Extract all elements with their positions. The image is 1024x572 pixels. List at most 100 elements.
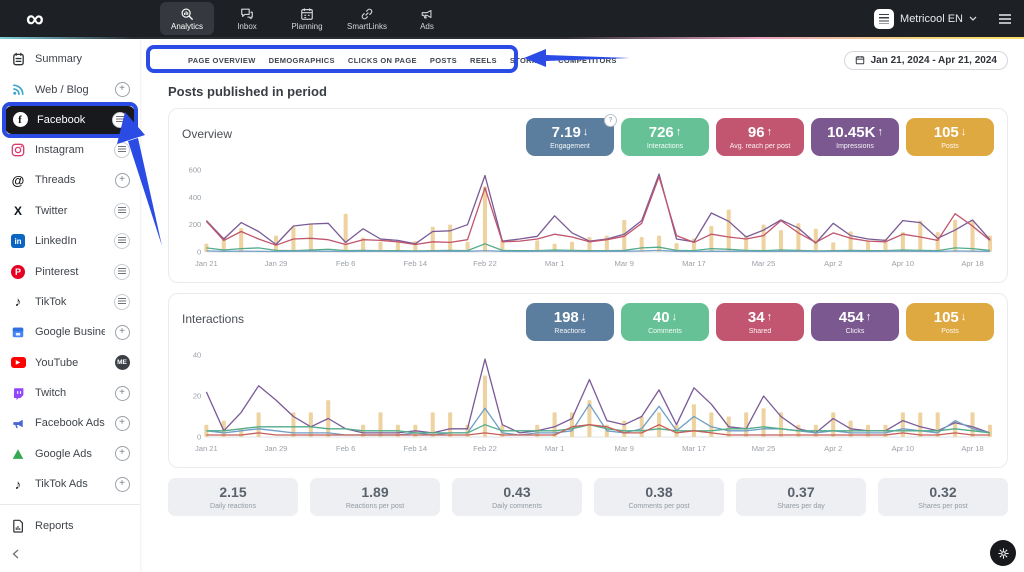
svg-text:Feb 22: Feb 22 [473, 259, 497, 268]
reports-icon [10, 519, 26, 533]
metric-chip-clicks[interactable]: 454↑ Clicks [811, 303, 899, 341]
overview-chart: 0200400600Jan 21Jan 29Feb 6Feb 14Feb 22M… [182, 162, 994, 274]
settings-fab[interactable] [990, 540, 1016, 566]
svg-text:Apr 10: Apr 10 [892, 444, 914, 453]
svg-text:Mar 9: Mar 9 [615, 444, 634, 453]
sidebar-item-google-ads[interactable]: Google Ads + [0, 439, 140, 469]
svg-text:Mar 25: Mar 25 [752, 259, 776, 268]
metric-chip-avg-reach-per-post[interactable]: 96↑ Avg. reach per post [716, 118, 804, 156]
chart-bar [622, 421, 626, 437]
overview-metric-chips: ? 7.19↓ Engagement 726↑ Interactions 96↑… [526, 118, 994, 156]
subnav-tab-stories[interactable]: STORIES [510, 56, 545, 65]
sidebar-item-tiktok[interactable]: ♪ TikTok [0, 287, 140, 317]
inbox-icon [240, 7, 254, 21]
metric-chip-interactions[interactable]: 726↑ Interactions [621, 118, 709, 156]
subnav-tab-posts[interactable]: POSTS [430, 56, 457, 65]
date-range-label: Jan 21, 2024 - Apr 21, 2024 [871, 55, 997, 66]
svg-text:Feb 6: Feb 6 [336, 444, 355, 453]
connect-plus-button[interactable]: + [115, 386, 130, 401]
subnav-row: PAGE OVERVIEW DEMOGRAPHICS CLICKS ON PAGE P… [168, 45, 1008, 75]
sidebar-item-twitch[interactable]: Twitch + [0, 378, 140, 408]
chart-bar [953, 220, 957, 252]
sidebar-item-google-business[interactable]: Google Business ... + [0, 317, 140, 347]
sidebar-item-linkedin[interactable]: in LinkedIn [0, 226, 140, 256]
chart-bar [831, 412, 835, 437]
connect-plus-button[interactable]: + [115, 82, 130, 97]
section-title-overview: Overview [182, 127, 232, 141]
interactions-metric-chips: 198↓ Reactions 40↓ Comments 34↑ Shared 4… [526, 303, 994, 341]
metric-chip-impressions[interactable]: 10.45K↑ Impressions [811, 118, 899, 156]
sidebar-item-threads[interactable]: @ Threads + [0, 165, 140, 195]
trend-up-icon: ↑ [676, 127, 682, 138]
sidebar-item-pinterest[interactable]: P Pinterest [0, 256, 140, 286]
top-tab-analytics[interactable]: Analytics [160, 2, 214, 35]
connect-plus-button[interactable]: + [115, 173, 130, 188]
interactions-card: Interactions 198↓ Reactions 40↓ Comments… [168, 293, 1008, 468]
metric-chip-comments[interactable]: 40↓ Comments [621, 303, 709, 341]
sidebar-item-twitter[interactable]: X Twitter [0, 196, 140, 226]
info-icon[interactable]: ? [604, 114, 617, 127]
sidebar-item-label: Reports [35, 520, 130, 532]
metricool-logo[interactable]: ∞ [26, 1, 44, 38]
subnav-tab-clicks-on-page[interactable]: CLICKS ON PAGE [348, 56, 417, 65]
metric-chip-engagement[interactable]: ? 7.19↓ Engagement [526, 118, 614, 156]
sidebar-item-tiktok-ads[interactable]: ♪ TikTok Ads + [0, 469, 140, 499]
chart-line-purple [206, 174, 990, 244]
chart-bar [779, 230, 783, 252]
account-menu[interactable]: Metricool EN [874, 9, 977, 29]
sidebar-item-facebook-ads[interactable]: Facebook Ads + [0, 408, 140, 438]
subnav-tab-page-overview[interactable]: PAGE OVERVIEW [188, 56, 256, 65]
calendar-icon [855, 55, 865, 65]
metric-chip-posts[interactable]: 105↓ Posts [906, 303, 994, 341]
connect-plus-button[interactable]: + [115, 477, 130, 492]
top-tabs: Analytics Inbox Planning SmartLinks Ads [160, 2, 454, 35]
svg-text:Jan 21: Jan 21 [195, 444, 218, 453]
facebook-subnav: PAGE OVERVIEW DEMOGRAPHICS CLICKS ON PAGE P… [188, 56, 617, 65]
sidebar-item-youtube[interactable]: ▶ YouTube ME [0, 348, 140, 378]
top-tab-smartlinks[interactable]: SmartLinks [340, 2, 394, 35]
svg-text:Apr 2: Apr 2 [824, 259, 842, 268]
gear-icon [997, 547, 1010, 560]
smartlinks-icon [360, 7, 374, 21]
chart-bar [970, 412, 974, 437]
svg-text:Apr 18: Apr 18 [961, 444, 983, 453]
svg-text:Mar 1: Mar 1 [545, 444, 564, 453]
subnav-tab-competitors[interactable]: COMPETITORS [558, 56, 617, 65]
metric-chip-reactions[interactable]: 198↓ Reactions [526, 303, 614, 341]
sidebar-item-instagram[interactable]: Instagram [0, 135, 140, 165]
chart-bar [431, 227, 435, 252]
overview-card: Overview ? 7.19↓ Engagement 726↑ Interac… [168, 108, 1008, 283]
sidebar-collapse-button[interactable] [12, 546, 19, 564]
sidebar-divider [0, 504, 140, 505]
footer-stats-row: 2.15 Daily reactions 1.89 Reactions per … [168, 478, 1008, 516]
svg-text:0: 0 [197, 433, 201, 442]
chart-bar [936, 232, 940, 252]
hamburger-menu-icon[interactable] [998, 14, 1012, 24]
svg-text:Apr 2: Apr 2 [824, 444, 842, 453]
brand-avatar [874, 9, 894, 29]
sidebar-item-summary[interactable]: Summary [0, 44, 140, 74]
youtube-icon: ▶ [10, 357, 26, 368]
google-ads-icon [10, 447, 26, 461]
date-range-picker[interactable]: Jan 21, 2024 - Apr 21, 2024 [844, 51, 1008, 70]
trend-up-icon: ↑ [866, 312, 872, 323]
subnav-tab-reels[interactable]: REELS [470, 56, 497, 65]
connect-plus-button[interactable]: + [115, 416, 130, 431]
metric-chip-posts[interactable]: 105↓ Posts [906, 118, 994, 156]
sidebar-item-facebook[interactable]: f Facebook [5, 106, 135, 134]
connect-plus-button[interactable]: + [115, 446, 130, 461]
ads-icon [420, 7, 434, 21]
svg-text:Apr 18: Apr 18 [961, 259, 983, 268]
metric-chip-shared[interactable]: 34↑ Shared [716, 303, 804, 341]
top-tab-ads[interactable]: Ads [400, 2, 454, 35]
sidebar-item-reports[interactable]: Reports [0, 510, 140, 540]
sidebar-item-web-blog[interactable]: Web / Blog + [0, 74, 140, 104]
top-tab-planning[interactable]: Planning [280, 2, 334, 35]
sidebar: Summary Web / Blog + f Facebook Instagra… [0, 39, 140, 572]
top-tab-inbox[interactable]: Inbox [220, 2, 274, 35]
chart-bar [692, 404, 696, 437]
account-name: Metricool EN [900, 13, 963, 25]
connected-account-badge [114, 142, 130, 158]
subnav-tab-demographics[interactable]: DEMOGRAPHICS [269, 56, 335, 65]
connect-plus-button[interactable]: + [115, 325, 130, 340]
